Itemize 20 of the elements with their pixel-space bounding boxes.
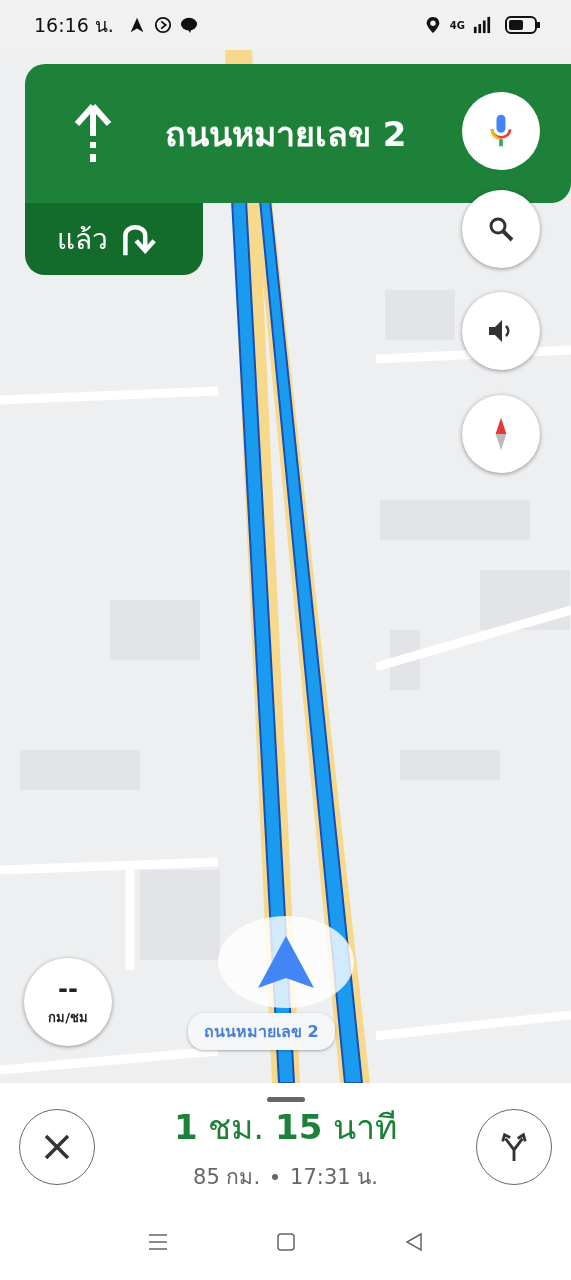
road-name: ถนนหมายเลข 2 [165,112,407,156]
arrival-time: 17:31 น. [290,1164,378,1191]
chat-bubble-icon [179,16,198,34]
road-label: ถนนหมายเลข 2 [188,1013,335,1050]
back-triangle-icon[interactable] [403,1231,424,1252]
navigation-arrow-icon [256,934,316,990]
speed-unit: กม/ชม [48,1008,88,1027]
menu-icon[interactable] [147,1231,168,1252]
route-fork-icon [499,1130,529,1163]
status-time: 16:16 น. [34,13,114,38]
trip-duration: 1 ชม. 15 นาที [173,1106,398,1149]
separator-dot-icon [272,1173,279,1180]
network-label: 4G [449,19,465,31]
speed-value: -- [58,976,78,1001]
battery-icon [505,15,541,35]
then-label: แล้ว [57,222,108,258]
trip-distance: 85 กม. [193,1164,261,1191]
drag-handle[interactable] [266,1097,305,1102]
signal-icon [473,16,491,34]
home-square-icon[interactable] [275,1231,296,1252]
